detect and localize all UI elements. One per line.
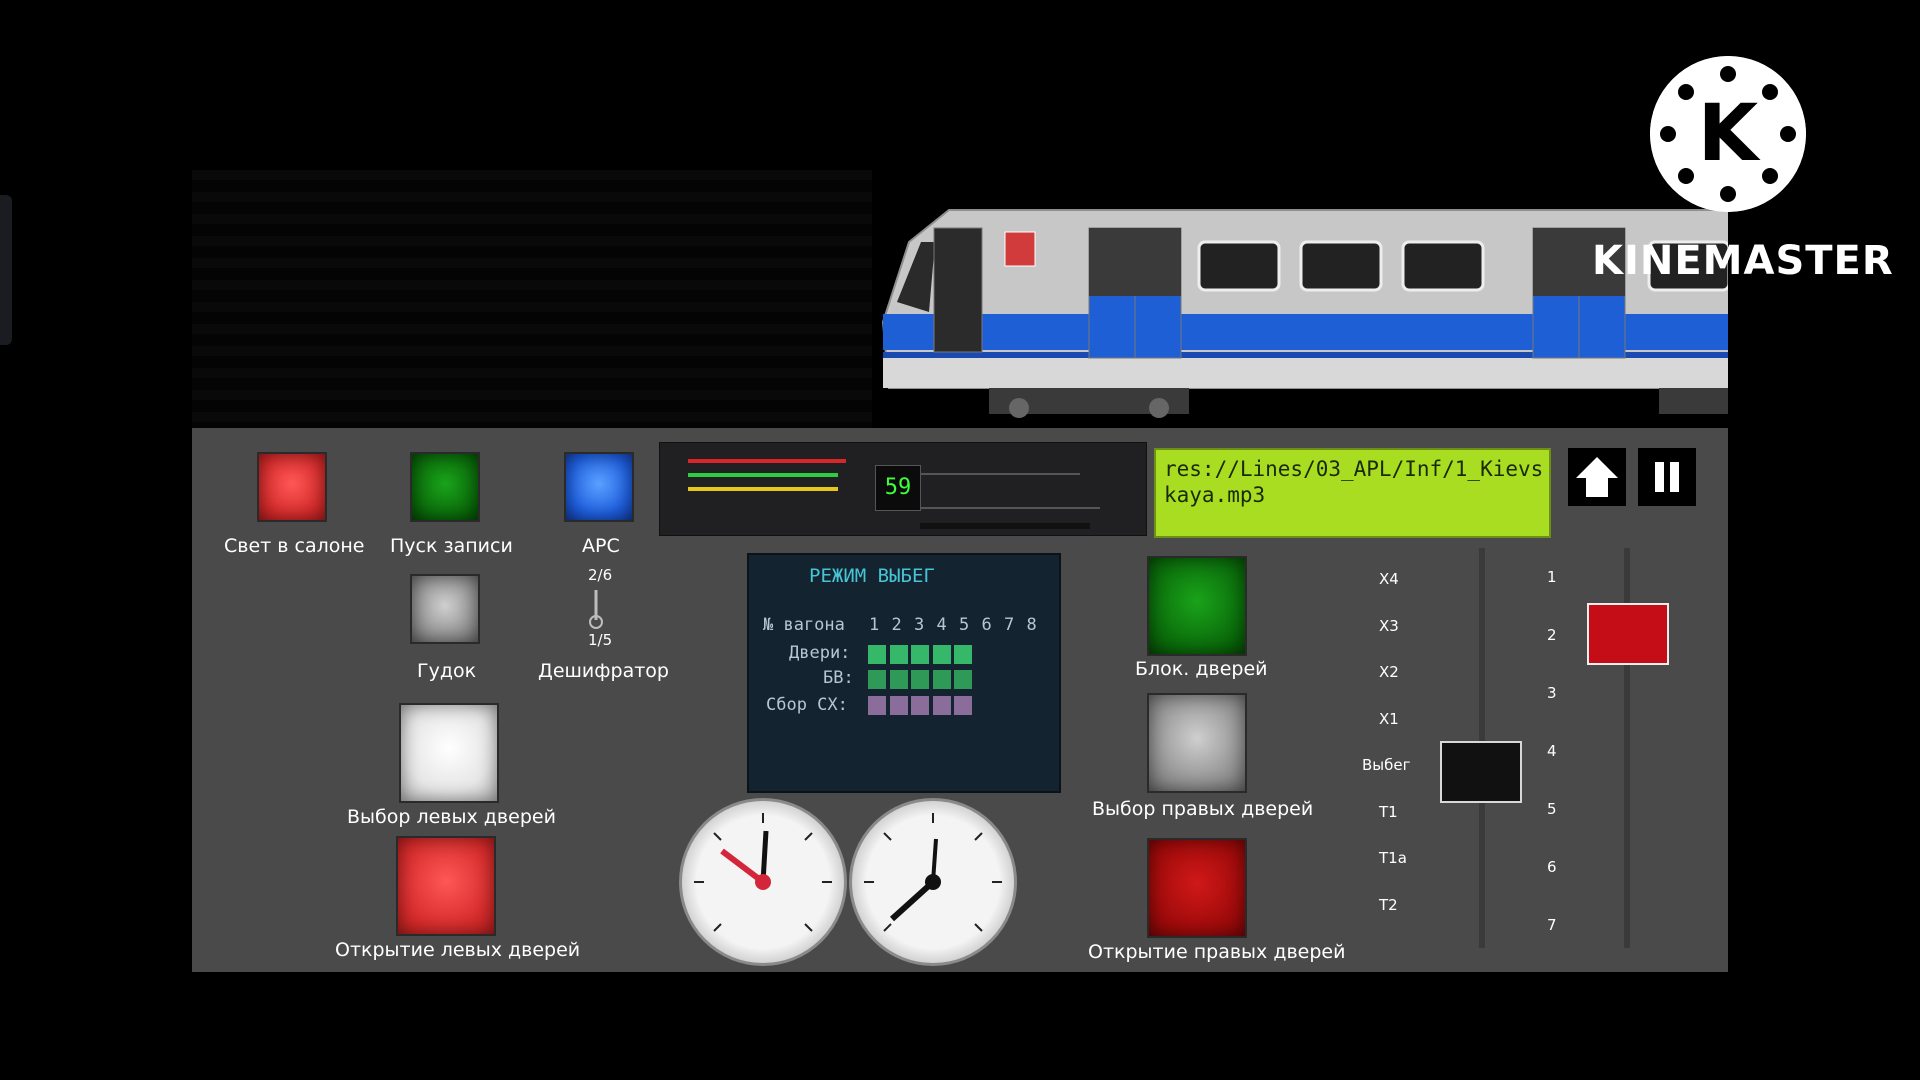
controller-position-label: T1a xyxy=(1379,849,1407,867)
mode-title: РЕЖИМ ВЫБЕГ xyxy=(809,565,935,587)
door-status-cell xyxy=(911,645,929,664)
sx-status-cell xyxy=(932,696,951,715)
sx-status-cell xyxy=(889,696,908,715)
doors-label: Двери: xyxy=(789,643,851,663)
home-icon xyxy=(1576,457,1618,497)
door-status-cell xyxy=(954,645,972,664)
wagon-number: 4 xyxy=(936,615,947,635)
reverser-position-label: 2 xyxy=(1547,626,1557,644)
wagon-number: 6 xyxy=(981,615,992,635)
kinemaster-wordmark: KINEMASTER xyxy=(1592,238,1894,284)
bv-label: БВ: xyxy=(823,668,854,688)
speed-bar-green xyxy=(688,473,838,477)
bv-status-cell xyxy=(889,670,908,689)
wagon-number: 5 xyxy=(959,615,970,635)
record-start-button[interactable] xyxy=(410,452,480,522)
controller-position-label: X4 xyxy=(1379,570,1399,588)
salon-light-label: Свет в салоне xyxy=(224,535,365,557)
salon-light-button[interactable] xyxy=(257,452,327,522)
decoder-position-top: 2/6 xyxy=(588,566,613,584)
informer-display: res://Lines/03_APL/Inf/1_Kievskaya.mp3 xyxy=(1154,448,1551,538)
wagon-number-label: № вагона xyxy=(763,615,845,635)
controller-position-label: Выбег xyxy=(1362,756,1411,774)
door-status-cell xyxy=(889,645,908,664)
controller-position-label: X1 xyxy=(1379,709,1399,728)
bv-status-cell xyxy=(911,670,929,689)
kinemaster-logo-letter: K xyxy=(1698,89,1761,179)
scale-line xyxy=(920,473,1080,475)
open-left-doors-button[interactable] xyxy=(396,836,496,936)
speed-bar-yellow xyxy=(688,487,838,491)
controller-position-label: T2 xyxy=(1379,895,1398,914)
train-status-screen: РЕЖИМ ВЫБЕГ № вагона 12345678 Двери: БВ:… xyxy=(747,553,1061,793)
reverser-position-label: 1 xyxy=(1547,568,1557,586)
horn-button[interactable] xyxy=(410,574,480,644)
controller-position-label: T1 xyxy=(1379,802,1398,821)
block-doors-label: Блок. дверей xyxy=(1135,658,1268,680)
speed-readout: 59 xyxy=(875,465,921,511)
open-left-doors-label: Открытие левых дверей xyxy=(335,939,581,961)
pause-button[interactable] xyxy=(1638,448,1696,506)
home-button[interactable] xyxy=(1568,448,1626,506)
bv-status-cell xyxy=(868,670,886,689)
select-left-doors-button[interactable] xyxy=(399,703,499,803)
pause-icon xyxy=(1655,462,1679,492)
brake-line-gauge xyxy=(849,798,1017,966)
select-right-doors-button[interactable] xyxy=(1147,693,1247,793)
door-status-cell xyxy=(932,645,951,664)
tunnel-wall xyxy=(192,170,872,428)
bv-status-cell xyxy=(932,670,951,689)
wagon-number: 8 xyxy=(1026,615,1037,635)
select-right-doors-label: Выбор правых дверей xyxy=(1092,798,1314,820)
select-left-doors-label: Выбор левых дверей xyxy=(347,806,556,828)
door-status-cell xyxy=(868,645,886,664)
wagon-number: 1 xyxy=(869,615,880,635)
ars-label: АРС xyxy=(582,535,620,557)
controller-position-label: X3 xyxy=(1379,616,1399,635)
horn-label: Гудок xyxy=(417,660,477,682)
control-panel: Свет в салоне Пуск записи АРС 2/6 1/5 Гу… xyxy=(192,428,1728,972)
reverser-position-label: 4 xyxy=(1547,742,1557,760)
controller-handle[interactable] xyxy=(1440,741,1522,803)
decoder-position-bottom: 1/5 xyxy=(588,631,613,649)
kinemaster-logo-icon: K xyxy=(1650,56,1806,212)
decoder-toggle-switch[interactable] xyxy=(585,586,607,634)
reverser-position-label: 3 xyxy=(1547,684,1557,702)
reverser-position-label: 5 xyxy=(1547,800,1557,818)
sx-label: Сбор СХ: xyxy=(766,695,848,715)
reverser-handle[interactable] xyxy=(1587,603,1669,665)
tunnel-scene xyxy=(192,170,1728,428)
speed-indicator-strip: 59 xyxy=(659,442,1147,536)
scale-line-lower xyxy=(920,507,1100,509)
reverser-position-label: 7 xyxy=(1547,916,1557,934)
open-right-doors-label: Открытие правых дверей xyxy=(1088,941,1346,963)
bv-status-cell xyxy=(954,670,972,689)
brake-cylinder-gauge xyxy=(679,798,847,966)
open-right-doors-button[interactable] xyxy=(1147,838,1247,938)
block-doors-button[interactable] xyxy=(1147,556,1247,656)
reverser-position-label: 6 xyxy=(1547,858,1557,876)
wagon-number: 7 xyxy=(1004,615,1015,635)
decoder-label: Дешифратор xyxy=(538,660,669,682)
ars-button[interactable] xyxy=(564,452,634,522)
wagon-number: 2 xyxy=(891,615,902,635)
left-edge-tab xyxy=(0,195,12,345)
metro-train xyxy=(881,209,1728,418)
record-start-label: Пуск записи xyxy=(390,535,513,557)
speed-bar-red xyxy=(688,459,846,463)
sx-status-cell xyxy=(911,696,929,715)
sx-status-cell xyxy=(868,696,886,715)
informer-text: res://Lines/03_APL/Inf/1_Kievskaya.mp3 xyxy=(1164,457,1544,507)
controller-position-label: X2 xyxy=(1379,663,1399,681)
wagon-number: 3 xyxy=(914,615,925,635)
sx-status-cell xyxy=(954,696,972,715)
progress-track xyxy=(920,523,1090,529)
